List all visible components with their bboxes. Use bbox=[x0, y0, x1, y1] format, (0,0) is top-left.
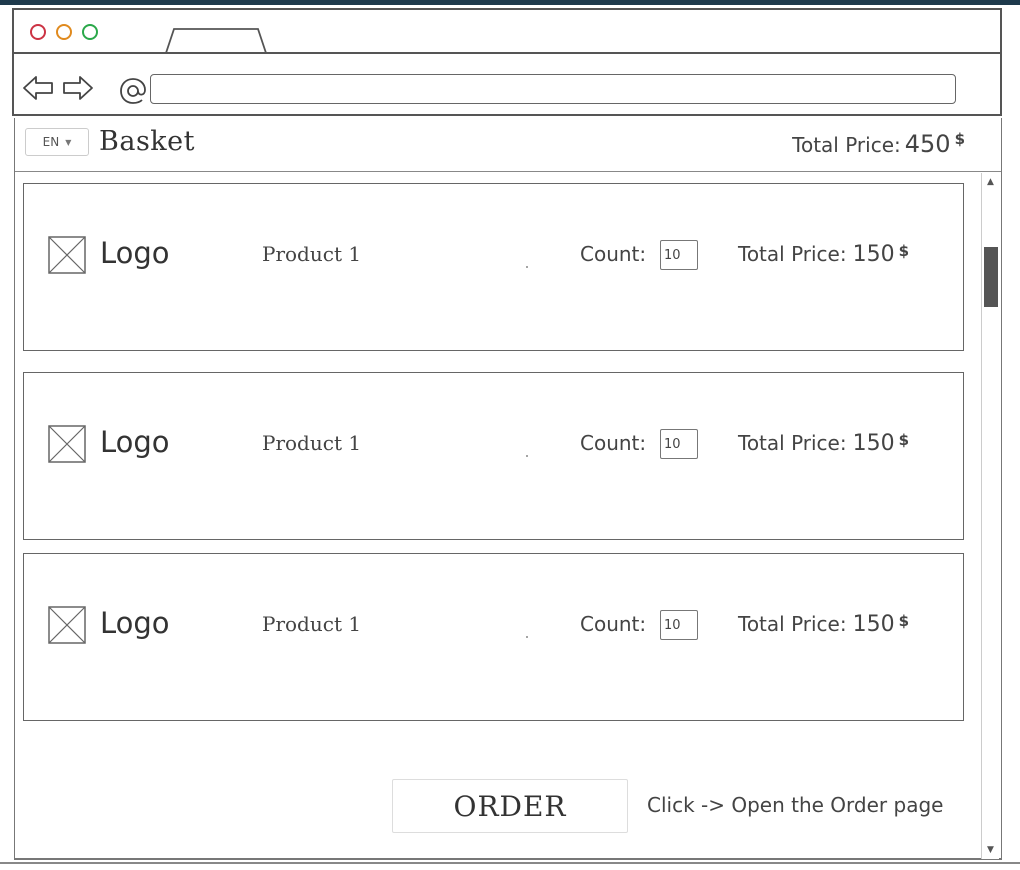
item-total-price: Total Price: 150 $ bbox=[738, 431, 909, 456]
image-placeholder-icon bbox=[48, 236, 86, 274]
chevron-down-icon: ▼ bbox=[65, 137, 72, 147]
maximize-window-button[interactable] bbox=[82, 24, 98, 40]
item-total-label: Total Price: bbox=[738, 431, 847, 455]
currency-icon: $ bbox=[898, 431, 910, 449]
image-placeholder-icon bbox=[48, 606, 86, 644]
product-name: Product 1 bbox=[262, 612, 362, 636]
product-name: Product 1 bbox=[262, 242, 362, 266]
at-sign-icon bbox=[120, 78, 146, 104]
image-placeholder-icon bbox=[48, 425, 86, 463]
item-total-label: Total Price: bbox=[738, 612, 847, 636]
item-total-value: 150 bbox=[852, 242, 895, 267]
basket-content: Logo Product 1 Count: Total Price:150$ L… bbox=[15, 173, 981, 859]
currency-icon: $ bbox=[898, 242, 910, 260]
vertical-scrollbar[interactable]: ▲ ▼ bbox=[981, 173, 999, 859]
back-arrow-icon[interactable] bbox=[22, 74, 54, 102]
count-label: Count: bbox=[580, 242, 647, 266]
basket-total: Total Price: 450 $ bbox=[792, 130, 965, 158]
basket-item: Logo Product 1 Count: Total Price:150$ bbox=[23, 553, 964, 721]
speck bbox=[526, 455, 528, 457]
address-bar[interactable] bbox=[150, 74, 956, 104]
close-window-button[interactable] bbox=[30, 24, 46, 40]
product-name: Product 1 bbox=[262, 431, 362, 455]
speck bbox=[526, 266, 528, 268]
count-input[interactable] bbox=[660, 240, 698, 270]
total-price-label: Total Price: bbox=[792, 133, 901, 157]
item-total-value: 150 bbox=[852, 431, 895, 456]
language-value: EN bbox=[42, 135, 60, 149]
browser-tab[interactable] bbox=[164, 26, 268, 54]
speck bbox=[526, 636, 528, 638]
logo-text: Logo bbox=[100, 606, 170, 640]
count-label: Count: bbox=[580, 431, 647, 455]
scroll-up-icon[interactable]: ▲ bbox=[982, 175, 999, 189]
currency-icon: $ bbox=[898, 612, 910, 630]
item-total-label: Total Price: bbox=[738, 242, 847, 266]
order-note: Click -> Open the Order page bbox=[647, 793, 944, 817]
count-input[interactable] bbox=[660, 610, 698, 640]
count-input[interactable] bbox=[660, 429, 698, 459]
page-header: EN ▼ Basket Total Price: 450 $ bbox=[15, 118, 1001, 172]
item-total-price: Total Price: 150 $ bbox=[738, 242, 909, 267]
logo-text: Logo bbox=[100, 425, 170, 459]
order-button[interactable]: ORDER bbox=[392, 779, 628, 833]
basket-item: Logo Product 1 Count: Total Price:150$ bbox=[23, 372, 964, 540]
minimize-window-button[interactable] bbox=[56, 24, 72, 40]
basket-item: Logo Product 1 Count: Total Price:150$ bbox=[23, 183, 964, 351]
total-price-value: 450 bbox=[904, 130, 951, 158]
basket-page: EN ▼ Basket Total Price: 450 $ Logo Produc… bbox=[14, 118, 1002, 860]
item-total-value: 150 bbox=[852, 612, 895, 637]
item-total-price: Total Price: 150 $ bbox=[738, 612, 909, 637]
scroll-down-icon[interactable]: ▼ bbox=[982, 843, 999, 857]
logo-text: Logo bbox=[100, 236, 170, 270]
nav-bar bbox=[14, 54, 1000, 116]
count-label: Count: bbox=[580, 612, 647, 636]
page-title: Basket bbox=[99, 126, 195, 157]
bottom-border bbox=[0, 862, 1020, 864]
language-select[interactable]: EN ▼ bbox=[25, 128, 89, 156]
top-strip bbox=[0, 0, 1020, 5]
currency-icon: $ bbox=[954, 130, 965, 148]
browser-chrome bbox=[12, 8, 1002, 116]
tab-bar bbox=[14, 10, 1000, 54]
scroll-thumb[interactable] bbox=[984, 247, 998, 307]
forward-arrow-icon[interactable] bbox=[62, 74, 94, 102]
